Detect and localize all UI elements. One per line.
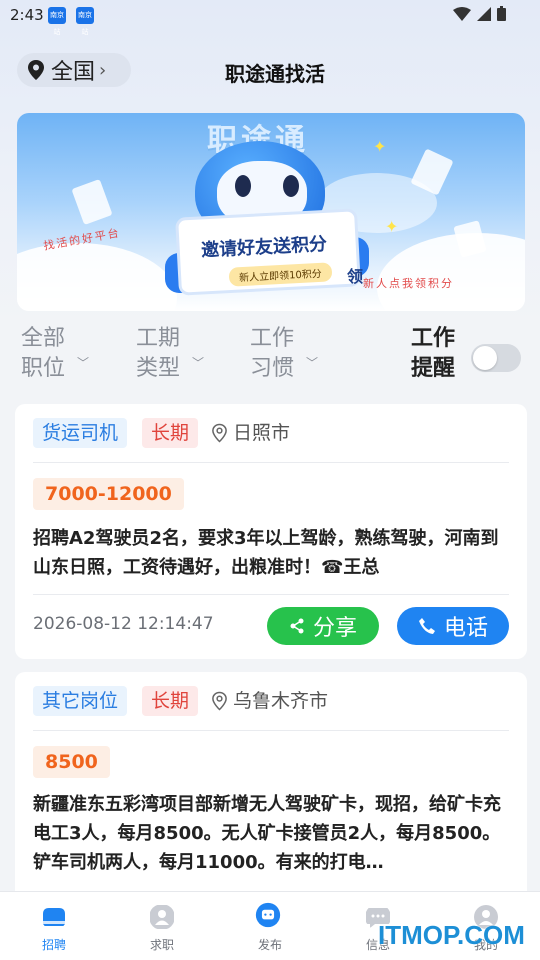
phone-icon (418, 618, 435, 634)
job-location-text: 乌鲁木齐市 (233, 690, 329, 712)
divider (33, 730, 509, 731)
chevron-down-icon: ﹀ (306, 356, 319, 370)
reminder-line2: 提醒 (411, 356, 456, 381)
job-category-tag: 其它岗位 (33, 686, 128, 716)
status-bar: 2:43 南京站 南京站 (0, 0, 540, 36)
tab-label: 求职 (149, 938, 174, 952)
tab-label: 招聘 (41, 938, 66, 952)
cloud-shape (17, 243, 177, 311)
cloud-shape (377, 233, 525, 311)
sparkle-icon: ✦ (385, 217, 399, 236)
divider (33, 594, 509, 595)
call-button[interactable]: 电话 (397, 607, 509, 645)
tab-label: 发布 (257, 938, 282, 952)
filter-label-line2: 习惯 (250, 356, 295, 381)
job-term-tag: 长期 (142, 418, 199, 448)
site-watermark: ITMOP.COM (378, 920, 525, 950)
filter-work-habit[interactable]: 工作 习惯 ﹀ (250, 324, 318, 384)
job-location-text: 日照市 (233, 422, 291, 444)
notification-app-icon: 南京站 (76, 7, 94, 36)
job-location: 乌鲁木齐市 (211, 686, 328, 716)
call-label: 电话 (443, 616, 488, 641)
recruit-icon (43, 908, 65, 926)
filter-label-line1: 工作 (250, 326, 295, 351)
tab-job-seek[interactable]: 求职 (108, 892, 216, 960)
job-card[interactable]: 其它岗位 长期 乌鲁木齐市 8500 新疆准东五彩湾项目部新增无人驾驶矿卡，现招… (15, 672, 527, 912)
filter-label-line1: 工期 (136, 326, 181, 351)
location-pin-icon (212, 691, 227, 711)
filter-term-type[interactable]: 工期 类型 ﹀ (136, 324, 204, 384)
job-seek-icon (150, 905, 174, 929)
banner-right-slogan: 新人点我领积分 (363, 277, 454, 290)
job-card[interactable]: 货运司机 长期 日照市 7000-12000 招聘A2驾驶员2名，要求3年以上驾… (15, 404, 527, 659)
share-button[interactable]: 分享 (267, 607, 379, 645)
filter-label-line2: 类型 (136, 356, 181, 381)
share-label: 分享 (312, 616, 357, 641)
sparkle-icon: ✦ (373, 137, 387, 156)
job-posted-time: 2026-08-12 12:14:47 (33, 614, 214, 634)
filter-label-line2: 职位 (21, 356, 66, 381)
battery-icon (497, 6, 506, 21)
signal-icon (477, 6, 491, 21)
notification-app-icon: 南京站 (48, 7, 66, 36)
mascot-eye (235, 175, 251, 197)
filter-all-positions[interactable]: 全部 职位 ﹀ (21, 324, 89, 384)
job-salary: 7000-12000 (33, 478, 184, 510)
filter-label-line1: 全部 (21, 326, 66, 351)
job-term-tag: 长期 (142, 686, 199, 716)
chevron-down-icon: ﹀ (77, 356, 90, 370)
work-reminder-toggle[interactable] (471, 344, 521, 372)
toggle-knob (473, 346, 497, 370)
job-description: 新疆准东五彩湾项目部新增无人驾驶矿卡，现招，给矿卡充电工3人，每月8500。无人… (33, 794, 501, 873)
tab-publish[interactable]: 发布 (216, 892, 324, 960)
chevron-down-icon: ﹀ (192, 356, 205, 370)
job-description: 招聘A2驾驶员2名，要求3年以上驾龄，熟练驾驶，河南到山东日照，工资待遇好，出粮… (33, 528, 499, 578)
job-category-tag: 货运司机 (33, 418, 128, 448)
banner-suffix: 领 (347, 267, 364, 286)
publish-icon (255, 902, 281, 928)
divider (33, 462, 509, 463)
job-location: 日照市 (211, 418, 290, 448)
page-title: 职途通找活 (225, 62, 325, 86)
status-time: 2:43 (10, 6, 44, 24)
status-icons (453, 6, 506, 21)
mascot-eye (283, 175, 299, 197)
share-icon (290, 618, 304, 634)
work-reminder-label: 工作 提醒 (411, 324, 455, 384)
reminder-line1: 工作 (411, 326, 456, 351)
promo-banner[interactable]: ✦ ✦ 职途通 邀请好友送积分 新人立即领10积分 领 找活的好平台 新人点我领… (17, 113, 525, 311)
paper-decoration (71, 179, 113, 225)
tab-recruit[interactable]: 招聘 (0, 892, 108, 960)
wifi-icon (453, 6, 471, 21)
job-salary: 8500 (33, 746, 110, 778)
location-pin-icon (212, 423, 227, 443)
